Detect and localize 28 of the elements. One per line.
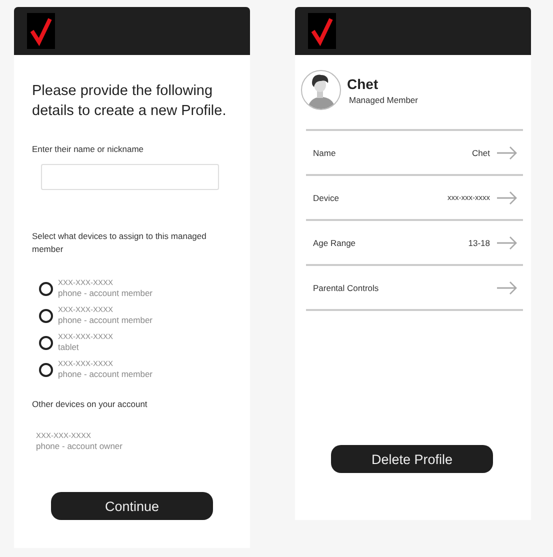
- settings-row[interactable]: Age Range 13-18: [306, 221, 523, 266]
- device-type: tablet: [58, 342, 80, 353]
- profile-role: Managed Member: [349, 95, 418, 105]
- device-type: phone - account member: [58, 315, 152, 326]
- arrow-icon: [496, 280, 518, 294]
- form-heading: Please provide the following details to create a new Profile.: [32, 82, 228, 121]
- radio-button[interactable]: [39, 282, 53, 296]
- continue-button[interactable]: Continue: [51, 492, 213, 520]
- radio-button[interactable]: [39, 308, 53, 322]
- devices-label: Select what devices to assign to this managed member: [32, 230, 208, 256]
- device-type: phone - account owner: [36, 441, 124, 452]
- settings-row[interactable]: Name Chet: [306, 131, 523, 176]
- arrow-icon: [496, 236, 518, 250]
- arrow-icon: [496, 190, 518, 204]
- device-type: phone - account member: [58, 288, 152, 299]
- device-type: phone - account member: [58, 369, 152, 380]
- radio-button[interactable]: [39, 336, 53, 350]
- name-label: Enter their name or nickname: [32, 143, 144, 156]
- radio-button[interactable]: [39, 362, 53, 376]
- settings-row[interactable]: Parental Controls: [306, 266, 523, 311]
- arrow-icon: [496, 146, 518, 160]
- name-field[interactable]: [41, 164, 219, 190]
- logo-icon: [27, 13, 55, 49]
- other-devices-label: Other devices on your account: [32, 398, 148, 411]
- logo-icon: [308, 13, 336, 49]
- avatar-icon: [301, 70, 341, 110]
- profile-name: Chet: [347, 76, 380, 93]
- delete-profile-button[interactable]: Delete Profile: [331, 445, 493, 473]
